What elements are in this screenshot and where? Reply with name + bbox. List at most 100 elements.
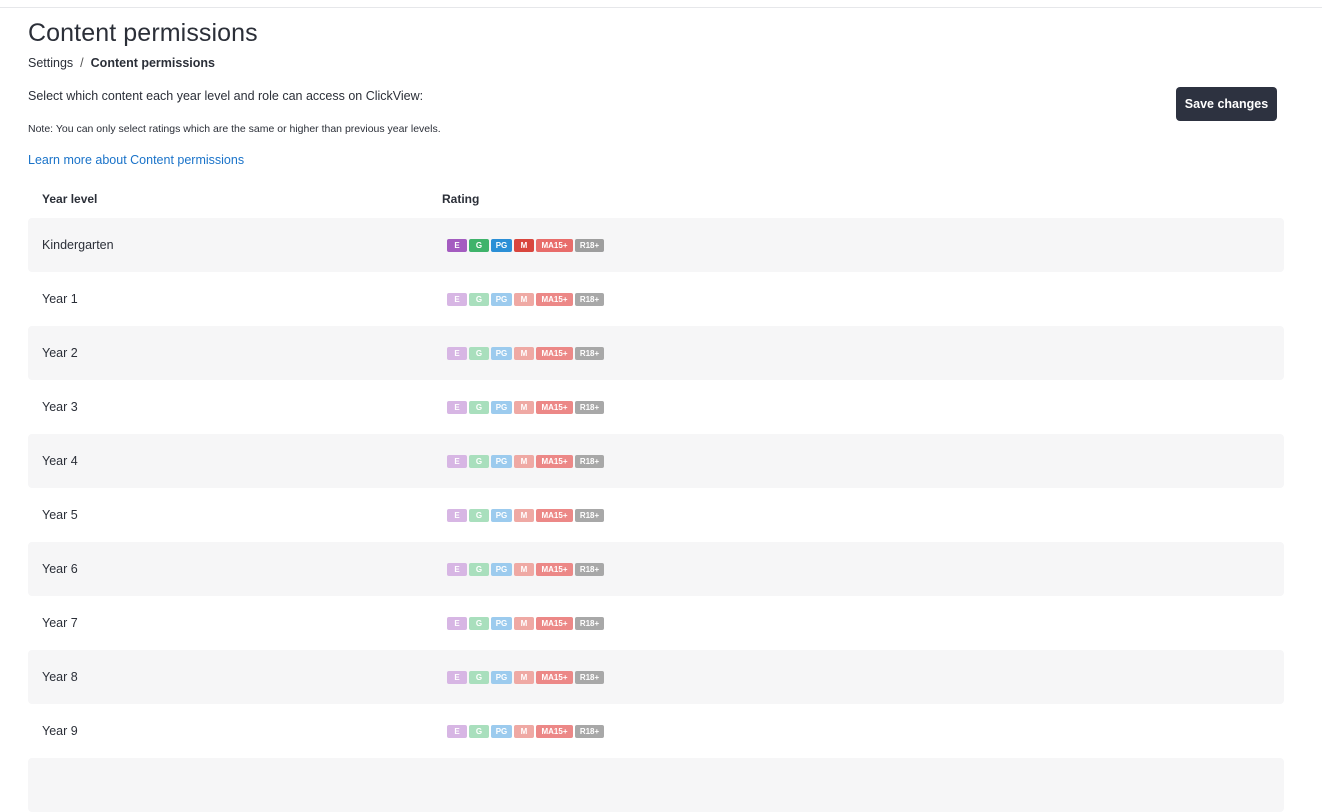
rating-badge-pg[interactable]: PG xyxy=(491,671,512,684)
rating-badge-g[interactable]: G xyxy=(469,509,489,522)
rating-badge-m[interactable]: M xyxy=(514,563,534,576)
rating-badge-e[interactable]: E xyxy=(447,509,467,522)
year-level-label: Year 5 xyxy=(42,508,78,522)
rating-badge-g[interactable]: G xyxy=(469,563,489,576)
rating-badge-pg[interactable]: PG xyxy=(491,239,512,252)
rating-badge-g[interactable]: G xyxy=(469,725,489,738)
rating-selector: E G PG M MA15+ R18+ xyxy=(447,347,604,360)
save-changes-button[interactable]: Save changes xyxy=(1176,87,1277,121)
year-level-label: Year 2 xyxy=(42,346,78,360)
rating-badge-pg[interactable]: PG xyxy=(491,455,512,468)
rating-badge-r18-plus[interactable]: R18+ xyxy=(575,401,604,414)
learn-more-link[interactable]: Learn more about Content permissions xyxy=(28,153,244,167)
rating-badge-ma15-plus[interactable]: MA15+ xyxy=(536,347,573,360)
top-divider xyxy=(0,7,1322,8)
page-title: Content permissions xyxy=(28,19,258,47)
rating-selector: E G PG M MA15+ R18+ xyxy=(447,455,604,468)
year-level-label: Year 1 xyxy=(42,292,78,306)
rating-badge-ma15-plus[interactable]: MA15+ xyxy=(536,725,573,738)
table-row: Kindergarten E G PG M MA15+ R18+ xyxy=(28,218,1284,272)
rating-badge-g[interactable]: G xyxy=(469,401,489,414)
rating-badge-pg[interactable]: PG xyxy=(491,347,512,360)
rating-selector: E G PG M MA15+ R18+ xyxy=(447,401,604,414)
rating-badge-e[interactable]: E xyxy=(447,347,467,360)
rating-badge-pg[interactable]: PG xyxy=(491,617,512,630)
rating-badge-g[interactable]: G xyxy=(469,671,489,684)
table-header: Year level Rating xyxy=(28,188,1284,210)
rating-badge-r18-plus[interactable]: R18+ xyxy=(575,347,604,360)
rating-badge-g[interactable]: G xyxy=(469,293,489,306)
rating-badge-ma15-plus[interactable]: MA15+ xyxy=(536,563,573,576)
rating-badge-m[interactable]: M xyxy=(514,347,534,360)
rating-badge-r18-plus[interactable]: R18+ xyxy=(575,239,604,252)
rating-badge-ma15-plus[interactable]: MA15+ xyxy=(536,239,573,252)
table-row: Year 1 E G PG M MA15+ R18+ xyxy=(28,272,1284,326)
breadcrumb-settings-link[interactable]: Settings xyxy=(28,56,73,70)
rating-badge-g[interactable]: G xyxy=(469,239,489,252)
rating-badge-r18-plus[interactable]: R18+ xyxy=(575,671,604,684)
rating-badge-g[interactable]: G xyxy=(469,617,489,630)
rating-badge-pg[interactable]: PG xyxy=(491,563,512,576)
rating-badge-m[interactable]: M xyxy=(514,455,534,468)
rating-badge-r18-plus[interactable]: R18+ xyxy=(575,293,604,306)
rating-badge-m[interactable]: M xyxy=(514,239,534,252)
rating-selector: E G PG M MA15+ R18+ xyxy=(447,509,604,522)
year-level-label: Kindergarten xyxy=(42,238,114,252)
rating-badge-r18-plus[interactable]: R18+ xyxy=(575,563,604,576)
rating-badge-ma15-plus[interactable]: MA15+ xyxy=(536,617,573,630)
rating-badge-g[interactable]: G xyxy=(469,455,489,468)
rating-badge-pg[interactable]: PG xyxy=(491,401,512,414)
year-level-label: Year 3 xyxy=(42,400,78,414)
table-row: Year 8 E G PG M MA15+ R18+ xyxy=(28,650,1284,704)
year-level-label: Year 7 xyxy=(42,616,78,630)
rating-badge-e[interactable]: E xyxy=(447,671,467,684)
rating-badge-ma15-plus[interactable]: MA15+ xyxy=(536,293,573,306)
rating-badge-ma15-plus[interactable]: MA15+ xyxy=(536,455,573,468)
column-header-rating: Rating xyxy=(442,192,480,206)
year-level-label: Year 6 xyxy=(42,562,78,576)
table-row: Year 4 E G PG M MA15+ R18+ xyxy=(28,434,1284,488)
rating-selector: E G PG M MA15+ R18+ xyxy=(447,617,604,630)
breadcrumb-current: Content permissions xyxy=(90,56,215,70)
rating-badge-ma15-plus[interactable]: MA15+ xyxy=(536,671,573,684)
rating-badge-m[interactable]: M xyxy=(514,671,534,684)
column-header-year-level: Year level xyxy=(42,192,98,206)
rating-badge-m[interactable]: M xyxy=(514,401,534,414)
breadcrumb-separator: / xyxy=(80,56,84,70)
rating-badge-r18-plus[interactable]: R18+ xyxy=(575,617,604,630)
rating-badge-e[interactable]: E xyxy=(447,239,467,252)
rating-badge-e[interactable]: E xyxy=(447,563,467,576)
rating-badge-m[interactable]: M xyxy=(514,509,534,522)
rating-badge-m[interactable]: M xyxy=(514,293,534,306)
table-row xyxy=(28,758,1284,812)
table-row: Year 7 E G PG M MA15+ R18+ xyxy=(28,596,1284,650)
intro-text: Select which content each year level and… xyxy=(28,89,424,103)
rating-badge-m[interactable]: M xyxy=(514,725,534,738)
rating-badge-e[interactable]: E xyxy=(447,401,467,414)
rating-badge-pg[interactable]: PG xyxy=(491,509,512,522)
year-level-table: Kindergarten E G PG M MA15+ R18+ Year 1 E G PG M MA1… xyxy=(28,218,1284,812)
rating-selector: E G PG M MA15+ R18+ xyxy=(447,725,604,738)
rating-badge-e[interactable]: E xyxy=(447,617,467,630)
rating-badge-m[interactable]: M xyxy=(514,617,534,630)
rating-selector: E G PG M MA15+ R18+ xyxy=(447,563,604,576)
rating-badge-ma15-plus[interactable]: MA15+ xyxy=(536,401,573,414)
rating-badge-pg[interactable]: PG xyxy=(491,725,512,738)
rating-badge-ma15-plus[interactable]: MA15+ xyxy=(536,509,573,522)
rating-badge-r18-plus[interactable]: R18+ xyxy=(575,455,604,468)
table-row: Year 6 E G PG M MA15+ R18+ xyxy=(28,542,1284,596)
rating-selector: E G PG M MA15+ R18+ xyxy=(447,671,604,684)
table-row: Year 3 E G PG M MA15+ R18+ xyxy=(28,380,1284,434)
note-text: Note: You can only select ratings which … xyxy=(28,123,441,135)
rating-badge-pg[interactable]: PG xyxy=(491,293,512,306)
table-row: Year 9 E G PG M MA15+ R18+ xyxy=(28,704,1284,758)
rating-badge-e[interactable]: E xyxy=(447,725,467,738)
year-level-label: Year 9 xyxy=(42,724,78,738)
rating-badge-r18-plus[interactable]: R18+ xyxy=(575,509,604,522)
rating-selector: E G PG M MA15+ R18+ xyxy=(447,293,604,306)
rating-badge-e[interactable]: E xyxy=(447,455,467,468)
rating-badge-e[interactable]: E xyxy=(447,293,467,306)
rating-badge-g[interactable]: G xyxy=(469,347,489,360)
rating-badge-r18-plus[interactable]: R18+ xyxy=(575,725,604,738)
year-level-label: Year 4 xyxy=(42,454,78,468)
